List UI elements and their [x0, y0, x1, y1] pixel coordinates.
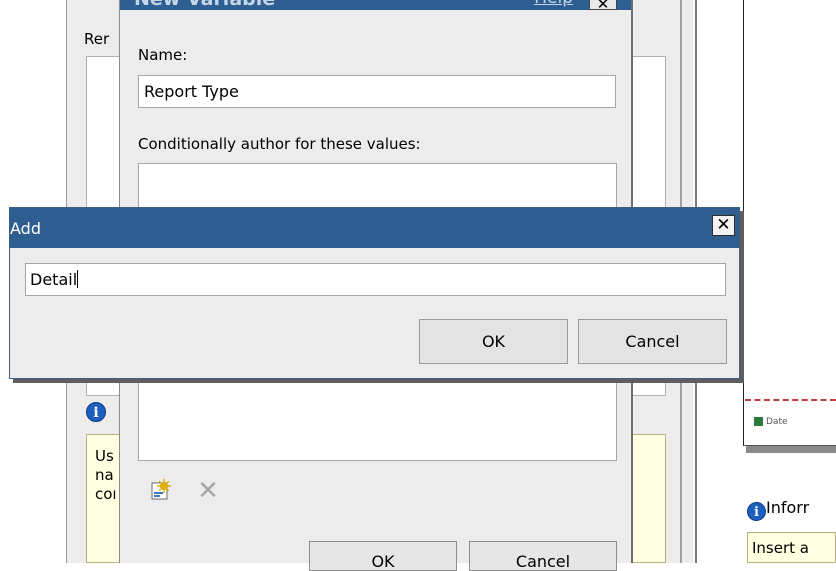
add-title: Add [10, 219, 41, 238]
new-variable-close-button[interactable]: ✕ [589, 0, 617, 10]
info-icon: i [86, 402, 106, 422]
new-variable-title: New Variable [134, 0, 275, 10]
add-titlebar[interactable]: Add ✕ [10, 208, 739, 248]
outer-dialog-label: Rer [84, 30, 110, 48]
add-close-button[interactable]: ✕ [712, 215, 735, 236]
name-input[interactable]: Report Type [138, 75, 616, 108]
text-caret [77, 270, 79, 288]
date-field-icon [754, 417, 763, 426]
date-field[interactable]: Date [748, 417, 836, 431]
add-value-text: Detail [30, 270, 78, 289]
report-page-shadow [746, 446, 836, 453]
information-heading: i Inforr [747, 498, 809, 521]
add-value-input[interactable]: Detail [25, 263, 726, 296]
report-page-canvas[interactable] [743, 0, 836, 446]
add-cancel-button[interactable]: Cancel [578, 319, 727, 364]
info-text-line: na [95, 466, 114, 484]
conditional-values-label: Conditionally author for these values: [138, 135, 421, 153]
add-ok-button[interactable]: OK [419, 319, 568, 364]
info-text-line: Us [95, 447, 114, 465]
info-text-line: coı [95, 485, 117, 503]
new-item-icon[interactable] [150, 479, 172, 501]
help-link[interactable]: Help [534, 0, 573, 8]
new-variable-titlebar: New Variable Help ✕ [120, 0, 631, 10]
outer-dialog-info-box: Us na coı [86, 434, 120, 563]
new-variable-cancel-button[interactable]: Cancel [469, 541, 617, 571]
name-label: Name: [138, 46, 188, 64]
date-field-label: Date [766, 417, 788, 427]
page-footer-boundary [745, 399, 836, 401]
delete-icon[interactable]: ✕ [197, 478, 219, 504]
add-dialog: Add ✕ Detail OK Cancel [9, 207, 740, 379]
information-box: Insert a [747, 532, 836, 563]
information-title: Inforr [766, 498, 810, 517]
outer-dialog-right-info-box [630, 434, 666, 563]
info-icon: i [747, 502, 766, 521]
new-variable-ok-button[interactable]: OK [309, 541, 457, 571]
information-text: Insert a [752, 539, 809, 557]
